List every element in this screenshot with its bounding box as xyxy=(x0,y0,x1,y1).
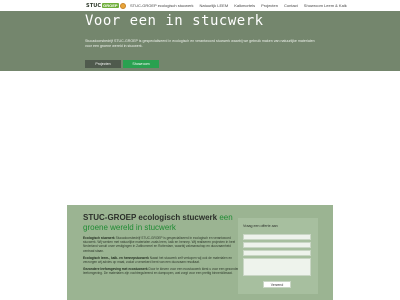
hero-title: Voor een in stucwerk xyxy=(85,13,264,29)
nav-item-natuurlijk-leem[interactable]: Natuurlijk LEEM xyxy=(200,3,229,8)
nav-item-kalkmortels[interactable]: Kalkmortels xyxy=(234,3,255,8)
intro-heading-accent: een xyxy=(219,213,233,222)
intro-heading-main: STUC-GROEP ecologisch stucwerk xyxy=(83,213,218,222)
form-submit-button[interactable]: Verzend xyxy=(263,281,291,288)
nav-item-contact[interactable]: Contact xyxy=(284,3,298,8)
logo-wordmark: STUC xyxy=(86,2,102,9)
logo-badge: GROEP xyxy=(102,3,119,8)
stuc-groep-logo[interactable]: STUC GROEP xyxy=(86,2,126,9)
form-message-field[interactable] xyxy=(243,258,311,276)
hero-banner: Voor een in stucwerk Stucadoorsbedrijf S… xyxy=(0,11,400,71)
form-name-field[interactable] xyxy=(243,234,311,240)
intro-paragraph: Ecologisch leem-, kalk- en hennepstucwer… xyxy=(83,256,243,264)
form-title: Vraag een offerte aan xyxy=(243,224,278,228)
nav-item-showroom[interactable]: Showroom Leem & Kalk xyxy=(304,3,347,8)
top-navigation-bar: STUC GROEP STUC-GROEP ecologisch stucwer… xyxy=(0,0,400,11)
hero-description: Stucadoorsbedrijf STUC-GROEP is gespecia… xyxy=(85,39,315,48)
nav-item-ecologisch-stucwerk[interactable]: STUC-GROEP ecologisch stucwerk xyxy=(130,3,194,8)
nav-item-projecten[interactable]: Projecten xyxy=(261,3,278,8)
logo-sun-icon xyxy=(119,2,126,9)
intro-body: Ecologisch stucwerk Stucadoorsbedrijf ST… xyxy=(83,236,243,279)
intro-heading-accent-2: groene wereld in stucwerk xyxy=(83,223,176,232)
form-email-field[interactable] xyxy=(243,242,311,248)
form-phone-field[interactable] xyxy=(243,250,311,256)
showroom-button[interactable]: Showroom xyxy=(123,60,159,68)
intro-paragraph: Gezondere leefomgeving met ecostucwerk D… xyxy=(83,267,243,275)
intro-paragraph: Ecologisch stucwerk Stucadoorsbedrijf ST… xyxy=(83,236,243,253)
main-menu: STUC-GROEP ecologisch stucwerk Natuurlij… xyxy=(130,3,347,8)
intro-heading: STUC-GROEP ecologisch stucwerk een groen… xyxy=(83,213,243,233)
projects-button[interactable]: Projecten xyxy=(85,60,121,68)
quote-request-form: Vraag een offerte aan Verzend xyxy=(238,218,318,294)
